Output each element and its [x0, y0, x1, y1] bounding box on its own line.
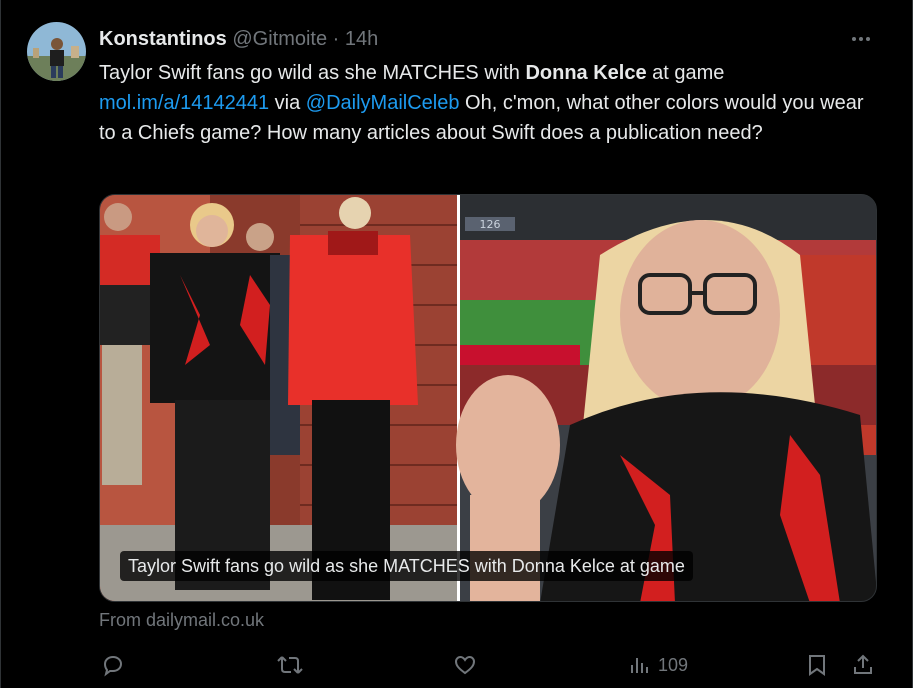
card-title: Taylor Swift fans go wild as she MATCHES…	[120, 551, 693, 581]
retweet-icon	[277, 656, 303, 674]
timestamp[interactable]: 14h	[345, 28, 378, 50]
link-card[interactable]: 126 Taylor Swift fans go wild as she MAT…	[99, 194, 877, 602]
article-link[interactable]: mol.im/a/14142441	[99, 92, 269, 114]
more-dots-icon[interactable]	[848, 26, 874, 52]
bookmark-icon	[809, 655, 825, 676]
separator-dot: ·	[332, 28, 340, 50]
views-chart-icon	[631, 658, 648, 673]
reply-icon	[103, 655, 123, 677]
card-image: 126	[100, 195, 876, 601]
like-button[interactable]	[453, 650, 477, 680]
tweet-text-bold: Donna Kelce	[525, 62, 647, 84]
card-source[interactable]: From dailymail.co.uk	[99, 608, 264, 632]
tweet-text: Taylor Swift fans go wild as she MATCHES…	[99, 58, 879, 148]
stadium-sign: 126	[480, 218, 501, 231]
like-icon	[454, 655, 476, 675]
tweet-text-part: at game	[646, 62, 725, 84]
tweet-header: Konstantinos @Gitmoite · 14h	[99, 26, 378, 52]
bookmark-button[interactable]	[806, 650, 828, 680]
tweet-text-part: Taylor Swift fans go wild as she MATCHES…	[99, 62, 526, 84]
share-icon	[854, 654, 872, 674]
action-bar: 109	[1, 650, 913, 680]
views-button[interactable]: 109	[628, 650, 688, 680]
retweet-button[interactable]	[276, 650, 304, 680]
reply-button[interactable]	[101, 650, 125, 680]
avatar[interactable]	[27, 22, 86, 81]
tweet-text-part: via	[269, 92, 306, 114]
views-count: 109	[658, 654, 689, 675]
author-handle[interactable]: @Gitmoite	[232, 28, 327, 50]
share-button[interactable]	[851, 650, 875, 680]
tweet[interactable]: Konstantinos @Gitmoite · 14h Taylor Swif…	[0, 0, 913, 688]
author-name[interactable]: Konstantinos	[99, 28, 227, 50]
mention-link[interactable]: @DailyMailCeleb	[306, 92, 460, 114]
